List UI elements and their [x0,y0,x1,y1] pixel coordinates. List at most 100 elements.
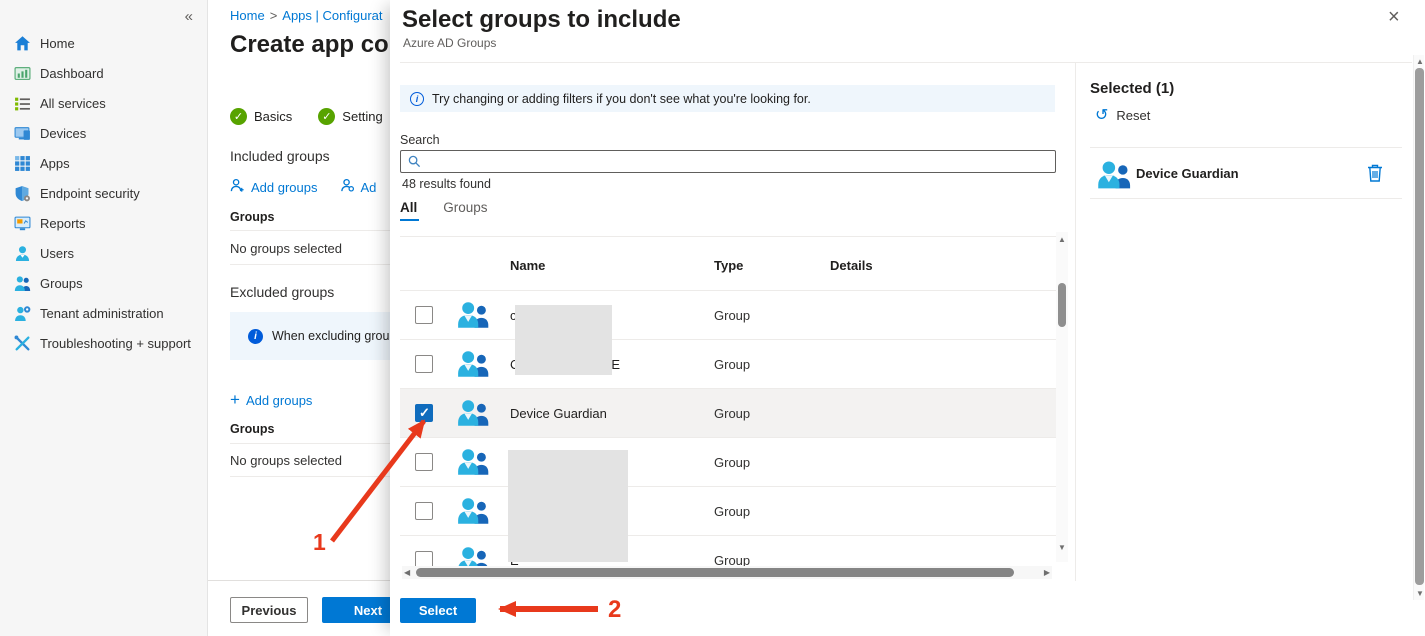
divider [230,476,390,477]
table-row[interactable]: E Group [400,536,1056,566]
column-header-type[interactable]: Type [714,258,743,273]
search-icon [408,155,421,168]
redaction-box [515,305,612,375]
sidebar-item[interactable]: Endpoint security [0,178,207,208]
add-groups-links: Add groups Ad [230,178,376,196]
table-row[interactable]: ch Group [400,291,1056,340]
search-input[interactable] [421,151,1055,172]
excluded-groups-empty-text: No groups selected [230,453,342,468]
troubleshooting-icon [14,335,31,352]
scrollbar-thumb[interactable] [1415,68,1424,585]
sidebar-item-label: Home [40,36,75,51]
nav-list: Home Dashboard All services Devices Apps… [0,28,207,358]
tab-bar: All Groups [400,200,488,221]
group-avatar-icon [456,398,492,428]
included-groups-column-header: Groups [230,210,274,224]
breadcrumb: Home>Apps | Configurat [230,8,383,23]
plus-icon: + [230,390,240,410]
scroll-down-icon[interactable]: ▼ [1058,544,1066,552]
create-app-config-page: Home>Apps | Configurat Create app con ✓ … [208,0,390,636]
scroll-down-icon[interactable]: ▼ [1416,590,1424,598]
table-row[interactable]: Een Group [400,487,1056,536]
devices-icon [14,125,31,142]
scrollbar-thumb[interactable] [416,568,1014,577]
tab[interactable]: Groups [443,200,487,221]
wizard-step[interactable]: ✓ Basics [230,108,292,125]
scrollbar-thumb[interactable] [1058,283,1066,327]
table-row[interactable]: D Group [400,438,1056,487]
group-avatar-icon [456,545,492,566]
select-button[interactable]: Select [400,598,476,623]
sidebar-item-label: Endpoint security [40,186,140,201]
row-checkbox[interactable] [415,453,433,471]
row-checkbox[interactable] [415,502,433,520]
breadcrumb-home-link[interactable]: Home [230,8,265,23]
sidebar-item-label: Tenant administration [40,306,164,321]
sidebar-item[interactable]: Reports [0,208,207,238]
sidebar-item-label: All services [40,96,106,111]
sidebar-item[interactable]: Users [0,238,207,268]
person-search-icon [340,178,355,196]
table-row[interactable]: CE Group [400,340,1056,389]
included-groups-heading: Included groups [230,148,330,164]
scroll-right-icon[interactable]: ▶ [1044,569,1050,577]
wizard-step-label: Setting [342,109,382,124]
sidebar-item-label: Dashboard [40,66,104,81]
sidebar-item[interactable]: Troubleshooting + support [0,328,207,358]
divider [230,443,390,444]
scroll-up-icon[interactable]: ▲ [1058,236,1066,244]
list-vertical-scrollbar[interactable]: ▲ ▼ [1056,232,1068,562]
tab[interactable]: All [400,200,417,221]
table-row[interactable]: Device Guardian Group [400,389,1056,438]
row-checkbox[interactable] [415,355,433,373]
previous-button[interactable]: Previous [230,597,308,623]
collapse-sidebar-icon[interactable]: « [185,8,193,25]
sidebar-item-label: Apps [40,156,70,171]
breadcrumb-current-link[interactable]: Apps | Configurat [282,8,382,23]
groups-table: ch Group CE Group Device Guardian Group … [400,291,1056,566]
excluded-groups-column-header: Groups [230,422,274,436]
wizard-step[interactable]: ✓ Setting [318,108,382,125]
add-all-users-link[interactable]: Ad [340,178,377,196]
group-avatar-icon [456,496,492,526]
excluded-add-groups-link[interactable]: + Add groups [230,390,312,410]
column-header-name[interactable]: Name [510,258,545,273]
close-icon[interactable]: × [1388,6,1400,29]
sidebar-item[interactable]: Groups [0,268,207,298]
search-label: Search [400,133,440,147]
users-icon [14,245,31,262]
group-avatar-icon [456,300,492,330]
group-avatar-icon [456,447,492,477]
group-avatar-icon [456,349,492,379]
sidebar-item[interactable]: Dashboard [0,58,207,88]
divider [230,264,390,265]
scroll-up-icon[interactable]: ▲ [1416,58,1424,66]
reset-icon: ↺ [1095,109,1108,123]
step-complete-check-icon: ✓ [230,108,247,125]
sidebar-item[interactable]: Tenant administration [0,298,207,328]
sidebar-item-label: Users [40,246,74,261]
row-checkbox[interactable] [415,404,433,422]
column-header-details[interactable]: Details [830,258,873,273]
tenant-administration-icon [14,305,31,322]
scroll-left-icon[interactable]: ◀ [404,569,410,577]
next-button[interactable]: Next [322,597,390,623]
reset-link[interactable]: ↺ Reset [1095,108,1150,123]
reports-icon [14,215,31,232]
included-groups-empty-text: No groups selected [230,241,342,256]
breadcrumb-separator: > [265,8,283,23]
row-checkbox[interactable] [415,551,433,566]
sidebar-item-label: Devices [40,126,86,141]
sidebar-item[interactable]: All services [0,88,207,118]
list-horizontal-scrollbar[interactable]: ◀ ▶ [402,566,1052,579]
group-type: Group [714,553,750,566]
add-groups-link[interactable]: Add groups [230,178,318,196]
panel-vertical-scrollbar[interactable]: ▲ ▼ [1413,55,1424,600]
sidebar-item-label: Troubleshooting + support [40,336,191,351]
divider [400,236,1056,237]
sidebar-item[interactable]: Apps [0,148,207,178]
sidebar-item[interactable]: Home [0,28,207,58]
sidebar-item[interactable]: Devices [0,118,207,148]
row-checkbox[interactable] [415,306,433,324]
trash-icon[interactable] [1366,163,1384,183]
